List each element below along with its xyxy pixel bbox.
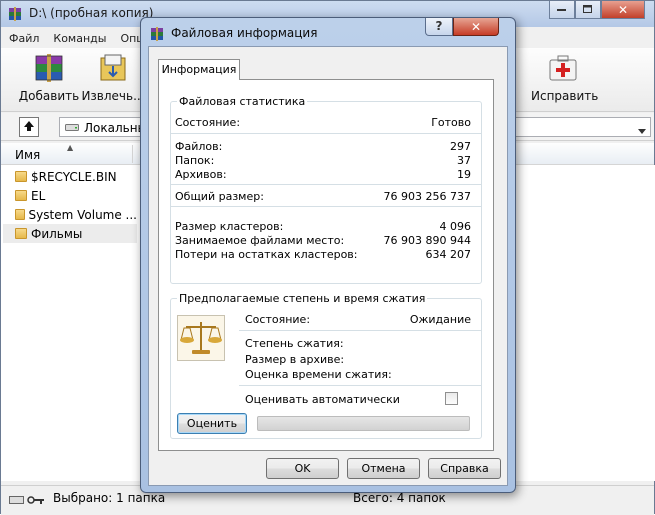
archive-size-label: Размер в архиве: [245, 353, 345, 366]
column-separator[interactable] [132, 145, 133, 163]
tab-panel: Файловая статистика Состояние: Готово Фа… [158, 79, 494, 451]
add-button[interactable]: Добавить [17, 52, 81, 103]
repair-button[interactable]: Исправить [531, 52, 599, 103]
ratio-label: Степень сжатия: [245, 337, 344, 350]
up-arrow-icon [23, 120, 35, 135]
close-icon: ✕ [470, 19, 482, 34]
state-value: Готово [431, 116, 471, 129]
drive-icon [65, 122, 79, 135]
divider [171, 133, 481, 134]
folder-icon [15, 171, 27, 182]
maximize-button[interactable] [575, 1, 601, 19]
help-button[interactable]: Справка [428, 458, 501, 479]
archives-value: 19 [457, 168, 471, 181]
tab-information[interactable]: Информация [158, 59, 240, 80]
total-size-value: 76 903 256 737 [383, 190, 471, 203]
cluster-size-value: 4 096 [439, 220, 472, 233]
dialog-close-button[interactable]: ✕ [453, 18, 499, 36]
menu-commands[interactable]: Команды [53, 32, 106, 45]
estimate-progress-bar [257, 416, 470, 431]
compression-group: Предполагаемые степень и время сжатия Со… [170, 292, 482, 439]
extract-button[interactable]: Извлечь... [81, 52, 145, 103]
file-name: System Volume ... [28, 207, 137, 222]
menu-file[interactable]: Файл [9, 32, 39, 45]
file-stats-group: Файловая статистика Состояние: Готово Фа… [170, 95, 482, 284]
extract-label: Извлечь... [81, 89, 145, 103]
column-header-name[interactable]: Имя [15, 148, 40, 162]
winrar-dialog-icon [149, 26, 165, 45]
divider [239, 330, 481, 331]
list-item-selected[interactable]: Фильмы [3, 224, 137, 243]
cluster-loss-label: Потери на остатках кластеров: [175, 248, 358, 261]
winrar-app-icon [7, 6, 23, 25]
state-label: Состояние: [175, 116, 241, 129]
first-aid-kit-icon [531, 52, 595, 87]
status-total-text: Всего: 4 папок [353, 491, 446, 505]
divider [171, 184, 481, 185]
file-name: EL [31, 188, 46, 203]
dialog-help-button[interactable]: ? [425, 18, 453, 36]
folder-icon [15, 228, 27, 239]
close-icon: ✕ [617, 2, 629, 17]
archive-books-icon [17, 52, 81, 87]
dialog-title: Файловая информация [171, 26, 318, 40]
ok-button[interactable]: OK [266, 458, 339, 479]
files-value: 297 [450, 140, 471, 153]
address-text: Локальны [84, 121, 148, 135]
compression-title: Предполагаемые степень и время сжатия [177, 292, 428, 305]
cluster-size-label: Размер кластеров: [175, 220, 284, 233]
list-item[interactable]: $RECYCLE.BIN [3, 167, 137, 186]
folders-value: 37 [457, 154, 471, 167]
file-name: Фильмы [31, 226, 83, 241]
cluster-loss-value: 634 207 [425, 248, 472, 261]
drive-key-icon [9, 494, 45, 509]
list-item[interactable]: EL [3, 186, 137, 205]
scales-icon [177, 315, 225, 361]
file-list-right-area [516, 165, 655, 481]
occupied-value: 76 903 890 944 [383, 234, 471, 247]
add-label: Добавить [18, 89, 80, 103]
occupied-label: Занимаемое файлами место: [175, 234, 345, 247]
compression-state-label: Состояние: [245, 313, 311, 326]
folder-icon [15, 190, 27, 201]
divider [239, 385, 481, 386]
sort-ascending-icon: ▲ [67, 143, 74, 152]
file-stats-title: Файловая статистика [177, 95, 308, 108]
auto-estimate-checkbox[interactable] [445, 392, 458, 405]
file-info-dialog: Файловая информация ? ✕ Информация Файло… [140, 17, 516, 493]
time-estimate-label: Оценка времени сжатия: [245, 368, 392, 381]
extract-folder-icon [81, 52, 145, 87]
file-list: $RECYCLE.BIN EL System Volume ... Фильмы [1, 165, 141, 481]
file-name: $RECYCLE.BIN [31, 169, 117, 184]
dropdown-arrow-icon[interactable] [638, 124, 646, 137]
files-label: Файлов: [175, 140, 223, 153]
folders-label: Папок: [175, 154, 215, 167]
main-close-button[interactable]: ✕ [601, 1, 645, 19]
repair-label: Исправить [531, 89, 599, 103]
status-selected-text: Выбрано: 1 папка [53, 491, 166, 505]
total-size-label: Общий размер: [175, 190, 264, 203]
divider [171, 206, 481, 207]
estimate-button[interactable]: Оценить [177, 413, 247, 434]
folder-icon [15, 209, 25, 220]
up-folder-button[interactable] [19, 117, 39, 137]
cancel-button[interactable]: Отмена [347, 458, 420, 479]
dialog-body: Информация Файловая статистика Состояние… [148, 46, 508, 486]
list-item[interactable]: System Volume ... [3, 205, 137, 224]
archives-label: Архивов: [175, 168, 227, 181]
compression-state-value: Ожидание [409, 313, 471, 326]
minimize-button[interactable] [549, 1, 575, 19]
auto-estimate-label: Оценивать автоматически [245, 393, 400, 406]
main-window-title: D:\ (пробная копия) [29, 6, 154, 20]
